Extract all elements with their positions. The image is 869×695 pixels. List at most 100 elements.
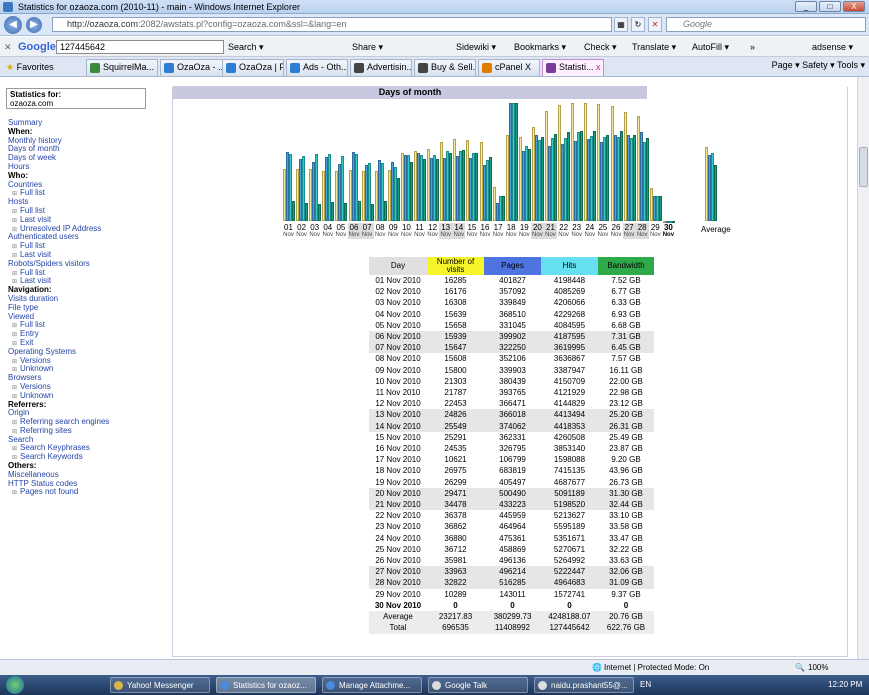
tab-advertising[interactable]: Advertisin...	[350, 59, 412, 76]
x-tick-day: 26	[611, 223, 621, 232]
tab-statistics[interactable]: Statisti... x	[542, 59, 604, 76]
favorites-label: Favorites	[16, 62, 54, 72]
table-cell: 143011	[499, 589, 526, 599]
bookmarks-button[interactable]: Bookmarks ▾	[514, 37, 566, 57]
language-indicator[interactable]: EN	[640, 675, 651, 695]
table-cell: 18 Nov 2010	[375, 466, 421, 476]
search-input[interactable]: Google	[666, 17, 866, 32]
x-tick-month: Nov	[532, 232, 543, 238]
sidebar-link[interactable]: Pages not found	[8, 488, 158, 497]
x-tick-day: 14	[454, 223, 464, 232]
x-tick-day: 07	[362, 223, 372, 232]
table-cell: 24 Nov 2010	[375, 533, 421, 543]
table-row: 18 Nov 2010 26975 683819 7415135 43.96 GB	[369, 465, 654, 476]
command-bar[interactable]: Page ▾ Safety ▾ Tools ▾	[772, 60, 865, 71]
table-cell: 4260508	[553, 432, 586, 442]
table-cell: 4206066	[553, 298, 586, 308]
task-yahoo-messenger[interactable]: Yahoo! Messenger	[110, 677, 210, 693]
zoom-icon: 🔍	[795, 663, 805, 672]
task-google-talk[interactable]: Google Talk	[428, 677, 528, 693]
account-button[interactable]: adsense ▾	[812, 37, 853, 57]
table-cell: 15800	[444, 365, 467, 375]
sidebar-link[interactable]: Hours	[8, 162, 158, 172]
table-cell: 32.22 GB	[609, 544, 643, 554]
bandwidth-bar	[331, 202, 335, 221]
favorites-button[interactable]: ★ Favorites	[6, 60, 54, 74]
sidewiki-button[interactable]: Sidewiki ▾	[456, 37, 496, 57]
x-tick-day: 23	[572, 223, 582, 232]
stop-icon[interactable]: ✕	[648, 17, 662, 32]
taskbar: Yahoo! Messenger Statistics for ozaoz...…	[0, 675, 869, 695]
table-cell: 500490	[484, 487, 541, 500]
tab-ozaoza-2[interactable]: OzaOza | F...	[222, 59, 284, 76]
scroll-thumb[interactable]	[859, 147, 868, 187]
table-cell: 357092	[499, 287, 526, 297]
x-tick-day: 29	[650, 223, 660, 232]
stats-for-label: Statistics for:	[10, 90, 62, 99]
bandwidth-bar	[383, 201, 387, 221]
zoom-level[interactable]: 100%	[808, 660, 828, 675]
bandwidth-bar	[305, 203, 309, 221]
toolbar-more-button[interactable]: »	[750, 37, 755, 57]
bandwidth-bar	[593, 131, 597, 221]
tab-squirrelmail[interactable]: SquirrelMa...	[86, 59, 158, 76]
check-button[interactable]: Check ▾	[584, 37, 617, 57]
sidebar-link[interactable]: Full list	[8, 189, 158, 198]
table-cell: 09 Nov 2010	[375, 365, 421, 375]
table-cell: 127445642	[541, 622, 598, 634]
compatibility-icon[interactable]: ▦	[614, 17, 628, 32]
tab-close-icon[interactable]: x	[596, 62, 601, 72]
awstats-sidebar: Statistics for: ozaoza.com Summary When: M…	[0, 77, 162, 659]
tab-buy-sell[interactable]: Buy & Sell...	[414, 59, 476, 76]
bandwidth-bar	[475, 153, 479, 221]
url-field[interactable]: http://ozaoza.com:2082/awstats.pl?config…	[52, 17, 612, 32]
tab-ozaoza-1[interactable]: OzaOza - ...	[160, 59, 228, 76]
google-search-button[interactable]: Search ▾	[228, 37, 264, 57]
task-label: Manage Attachme...	[339, 681, 411, 690]
x-tick-month: Nov	[348, 232, 360, 238]
translate-button[interactable]: Translate ▾	[632, 37, 676, 57]
sidebar-link[interactable]: Days of week	[8, 153, 158, 163]
forward-icon[interactable]: ▶	[26, 17, 42, 33]
table-cell: 374062	[484, 420, 541, 432]
x-tick-month: Nov	[283, 232, 294, 238]
table-cell: 352106	[499, 354, 526, 364]
google-query-input[interactable]: 127445642	[56, 40, 224, 54]
table-cell: 496136	[499, 556, 526, 566]
tab-ads[interactable]: Ads - Oth...	[286, 59, 348, 76]
task-email[interactable]: naidu.prashant55@...	[534, 677, 634, 693]
stats-for-box: Statistics for: ozaoza.com	[6, 88, 146, 109]
x-tick-day: 18	[506, 223, 516, 232]
table-cell: 17 Nov 2010	[375, 455, 421, 465]
table-cell: 21303	[444, 376, 467, 386]
table-cell: 25 Nov 2010	[375, 544, 421, 554]
table-cell: Total	[369, 622, 427, 634]
task-statistics[interactable]: Statistics for ozaoz...	[216, 677, 316, 693]
refresh-icon[interactable]: ↻	[631, 17, 645, 32]
x-tick-label: 27 Nov	[622, 223, 636, 239]
table-cell: 31.09 GB	[598, 577, 654, 589]
close-window-button[interactable]: X	[843, 1, 865, 12]
table-cell: 3619995	[541, 342, 598, 354]
table-cell: 05 Nov 2010	[375, 320, 421, 330]
close-toolbar-icon[interactable]: ✕	[4, 37, 12, 57]
autofill-button[interactable]: AutoFill ▾	[692, 37, 729, 57]
vertical-scrollbar[interactable]	[857, 77, 869, 659]
x-tick-month: Nov	[453, 232, 465, 238]
maximize-button[interactable]: □	[819, 1, 841, 12]
minimize-button[interactable]: _	[795, 1, 817, 12]
share-button[interactable]: Share ▾	[352, 37, 383, 57]
x-tick-day: 12	[428, 223, 438, 232]
header-pages: Pages	[484, 257, 541, 275]
back-icon[interactable]: ◀	[4, 16, 22, 34]
table-cell: 19 Nov 2010	[375, 477, 421, 487]
start-button[interactable]	[6, 676, 24, 694]
bandwidth-bar	[396, 178, 400, 221]
x-tick-month: Nov	[322, 232, 334, 238]
table-cell: 20 Nov 2010	[369, 487, 427, 500]
url-path: :2082/awstats.pl?config=ozaoza.com&ssl=&…	[138, 19, 347, 29]
tab-cpanel[interactable]: cPanel X	[478, 59, 540, 76]
bandwidth-bar	[370, 204, 374, 221]
task-manage-attachments[interactable]: Manage Attachme...	[322, 677, 422, 693]
table-cell: 25.49 GB	[609, 432, 643, 442]
